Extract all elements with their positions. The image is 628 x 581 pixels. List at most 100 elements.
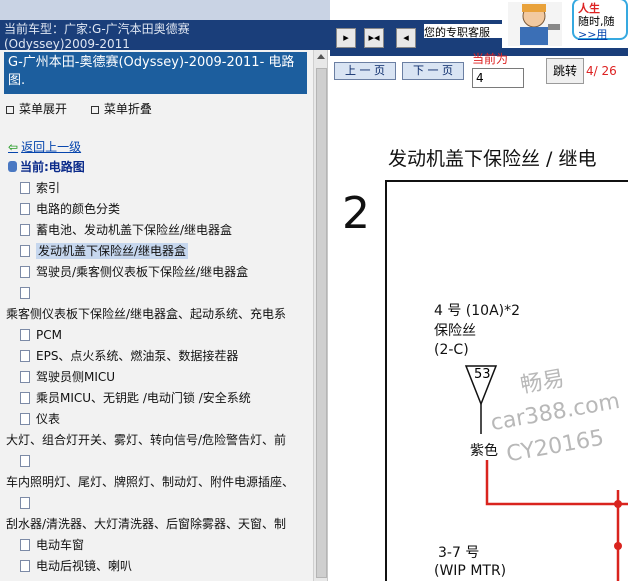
fuse-label: 4 号 (10A)*2 — [434, 303, 521, 319]
ad-banner[interactable]: 人生 随时,随 >>用 — [502, 0, 628, 48]
first-page-icon[interactable]: ▸ — [336, 28, 356, 48]
ad-link[interactable]: >>用 — [578, 28, 622, 41]
tree-item[interactable]: 电动车窗 — [6, 535, 312, 556]
tree-item[interactable]: 电动后视镜、喇叭 — [6, 556, 312, 577]
expand-menu-label: 菜单展开 — [19, 102, 68, 116]
tree-item-label: 驾驶员侧MICU — [36, 370, 116, 384]
expand-menu-button[interactable]: 菜单展开 — [6, 102, 77, 116]
tree-item[interactable]: 刮水器/清洗器、大灯清洗器、后窗除雾器、天窗、制 — [6, 514, 312, 535]
tree-item[interactable]: 蓄电池、发动机盖下保险丝/继电器盒 — [6, 220, 312, 241]
car-model-label: 当前车型：广家:G-广汽本田奥德赛(Odyssey)2009-2011 — [4, 22, 190, 50]
current-page-label: 当前为 — [472, 52, 509, 66]
back-link[interactable]: ⇦ 返回上一级 — [8, 138, 81, 155]
tree-item[interactable]: 仪表 — [6, 409, 312, 430]
tree-item[interactable]: 乘客侧仪表板下保险丝/继电器盒、起动系统、充电系 — [6, 304, 312, 325]
tree-item-label: 电动车窗 — [36, 538, 85, 552]
diagram-frame — [385, 180, 628, 581]
mascot-icon — [508, 2, 562, 46]
left-scrollbar[interactable] — [313, 50, 327, 581]
document-icon — [20, 560, 30, 572]
dedicated-service-label[interactable]: 您的专职客服 — [424, 24, 502, 38]
square-icon — [90, 105, 99, 114]
tree-item-label: 索引 — [36, 181, 61, 195]
diagram-title: 发动机盖下保险丝 / 继电 — [388, 148, 597, 170]
tree-item-label: 大灯、组合灯开关、雾灯、转向信号/危险警告灯、前 — [6, 433, 287, 447]
document-icon — [20, 350, 30, 362]
prev-page-icon[interactable]: ◂ — [396, 28, 416, 48]
wire-junction — [614, 542, 622, 550]
tree-item[interactable]: 驾驶员/乘客侧仪表板下保险丝/继电器盒 — [6, 262, 312, 283]
document-icon — [20, 203, 30, 215]
scroll-thumb[interactable] — [316, 68, 327, 578]
tree-item-label: 车内照明灯、尾灯、牌照灯、制动灯、附件电源插座、 — [6, 475, 295, 489]
database-icon — [8, 161, 17, 172]
tree-item[interactable]: 驾驶员侧MICU — [6, 367, 312, 388]
ad-text-box: 人生 随时,随 >>用 — [572, 0, 628, 41]
bottom-component-label: 3-7 号 — [438, 545, 480, 561]
scroll-up-icon[interactable] — [317, 54, 325, 59]
tree-item[interactable]: EPS、点火系统、燃油泵、数据接茬器 — [6, 346, 312, 367]
tree-item-label: EPS、点火系统、燃油泵、数据接茬器 — [36, 349, 239, 363]
current-location-label: 当前:电路图 — [20, 160, 85, 174]
fuse-location-label: (2-C) — [434, 342, 469, 358]
prev-page-button[interactable]: 上 一 页 — [334, 62, 396, 80]
document-icon — [20, 245, 30, 257]
tree-item-label: 电路的颜色分类 — [36, 202, 121, 216]
tree-item-label: PCM — [36, 328, 62, 342]
tree-item[interactable]: 电路的颜色分类 — [6, 199, 312, 220]
document-icon — [20, 413, 30, 425]
fuse-type-label: 保险丝 — [434, 323, 476, 339]
tree-item-label: 乘员MICU、无钥匙 /电动门锁 /安全系统 — [36, 391, 251, 405]
tree-item-label: 电动后视镜、喇叭 — [36, 559, 133, 573]
next-page-button[interactable]: 下 一 页 — [402, 62, 464, 80]
document-icon — [20, 392, 30, 404]
document-icon — [20, 455, 30, 467]
tree-item[interactable]: 车内照明灯、尾灯、牌照灯、制动灯、附件电源插座、 — [6, 472, 312, 493]
document-icon — [20, 266, 30, 278]
tree-item[interactable] — [6, 493, 312, 514]
tree-item[interactable]: 乘员MICU、无钥匙 /电动门锁 /安全系统 — [6, 388, 312, 409]
tree-item[interactable]: 大灯、组合灯开关、雾灯、转向信号/危险警告灯、前 — [6, 430, 312, 451]
ad-line-2: 随时,随 — [578, 15, 615, 28]
tree-item-label: 蓄电池、发动机盖下保险丝/继电器盒 — [36, 223, 233, 237]
connector-number: 53 — [474, 367, 491, 382]
top-header: 当前车型：广家:G-广汽本田奥德赛(Odyssey)2009-2011 — [0, 0, 330, 50]
collapse-menu-label: 菜单折叠 — [103, 102, 152, 116]
tree-item[interactable] — [6, 283, 312, 304]
double-page-icon[interactable]: ▸◂ — [364, 28, 384, 48]
document-icon — [20, 497, 30, 509]
menu-toggles: 菜单展开 菜单折叠 — [6, 100, 172, 117]
jump-button[interactable]: 跳转 — [546, 58, 584, 84]
page-count: 4/ 26 — [586, 64, 617, 78]
page-number-input[interactable]: 4 — [472, 68, 524, 88]
tree-item-label: 驾驶员/乘客侧仪表板下保险丝/继电器盒 — [36, 265, 249, 279]
square-icon — [6, 105, 14, 114]
document-icon — [20, 182, 30, 194]
tree-item[interactable] — [6, 451, 312, 472]
back-link-label: 返回上一级 — [21, 140, 82, 154]
tree-item-label: 刮水器/清洗器、大灯清洗器、后窗除雾器、天窗、制 — [6, 517, 287, 531]
wire-junction — [614, 500, 622, 508]
left-panel: G-广州本田-奥德赛(Odyssey)-2009-2011- 电路图. 菜单展开… — [0, 50, 328, 581]
diagram-area: 发动机盖下保险丝 / 继电 2 4 号 (10A)*2 保险丝 (2-C) 53… — [330, 88, 628, 581]
tree-item[interactable]: PCM — [6, 325, 312, 346]
tree-item-label: 仪表 — [36, 412, 61, 426]
tree-item-label: 发动机盖下保险丝/继电器盒 — [36, 243, 189, 259]
section-number: 2 — [342, 188, 370, 239]
document-icon — [20, 371, 30, 383]
tree-list: 索引 电路的颜色分类 蓄电池、发动机盖下保险丝/继电器盒 发动机盖下保险丝/继电器盒驾… — [6, 178, 312, 577]
tree-item[interactable]: 索引 — [6, 178, 312, 199]
tree-item[interactable]: 发动机盖下保险丝/继电器盒 — [6, 241, 312, 262]
document-icon — [20, 287, 30, 299]
panel-title: G-广州本田-奥德赛(Odyssey)-2009-2011- 电路图. — [4, 52, 307, 94]
bottom-component-name: (WIP MTR) — [434, 563, 507, 579]
back-arrow-icon: ⇦ — [8, 140, 19, 154]
document-icon — [20, 329, 30, 341]
document-icon — [20, 539, 30, 551]
header-strip — [0, 0, 330, 20]
current-location: 当前:电路图 — [8, 158, 85, 175]
ad-line-1: 人生 — [578, 2, 600, 15]
document-icon — [20, 224, 30, 236]
collapse-menu-button[interactable]: 菜单折叠 — [90, 102, 162, 116]
tree-item-label: 乘客侧仪表板下保险丝/继电器盒、起动系统、充电系 — [6, 307, 287, 321]
